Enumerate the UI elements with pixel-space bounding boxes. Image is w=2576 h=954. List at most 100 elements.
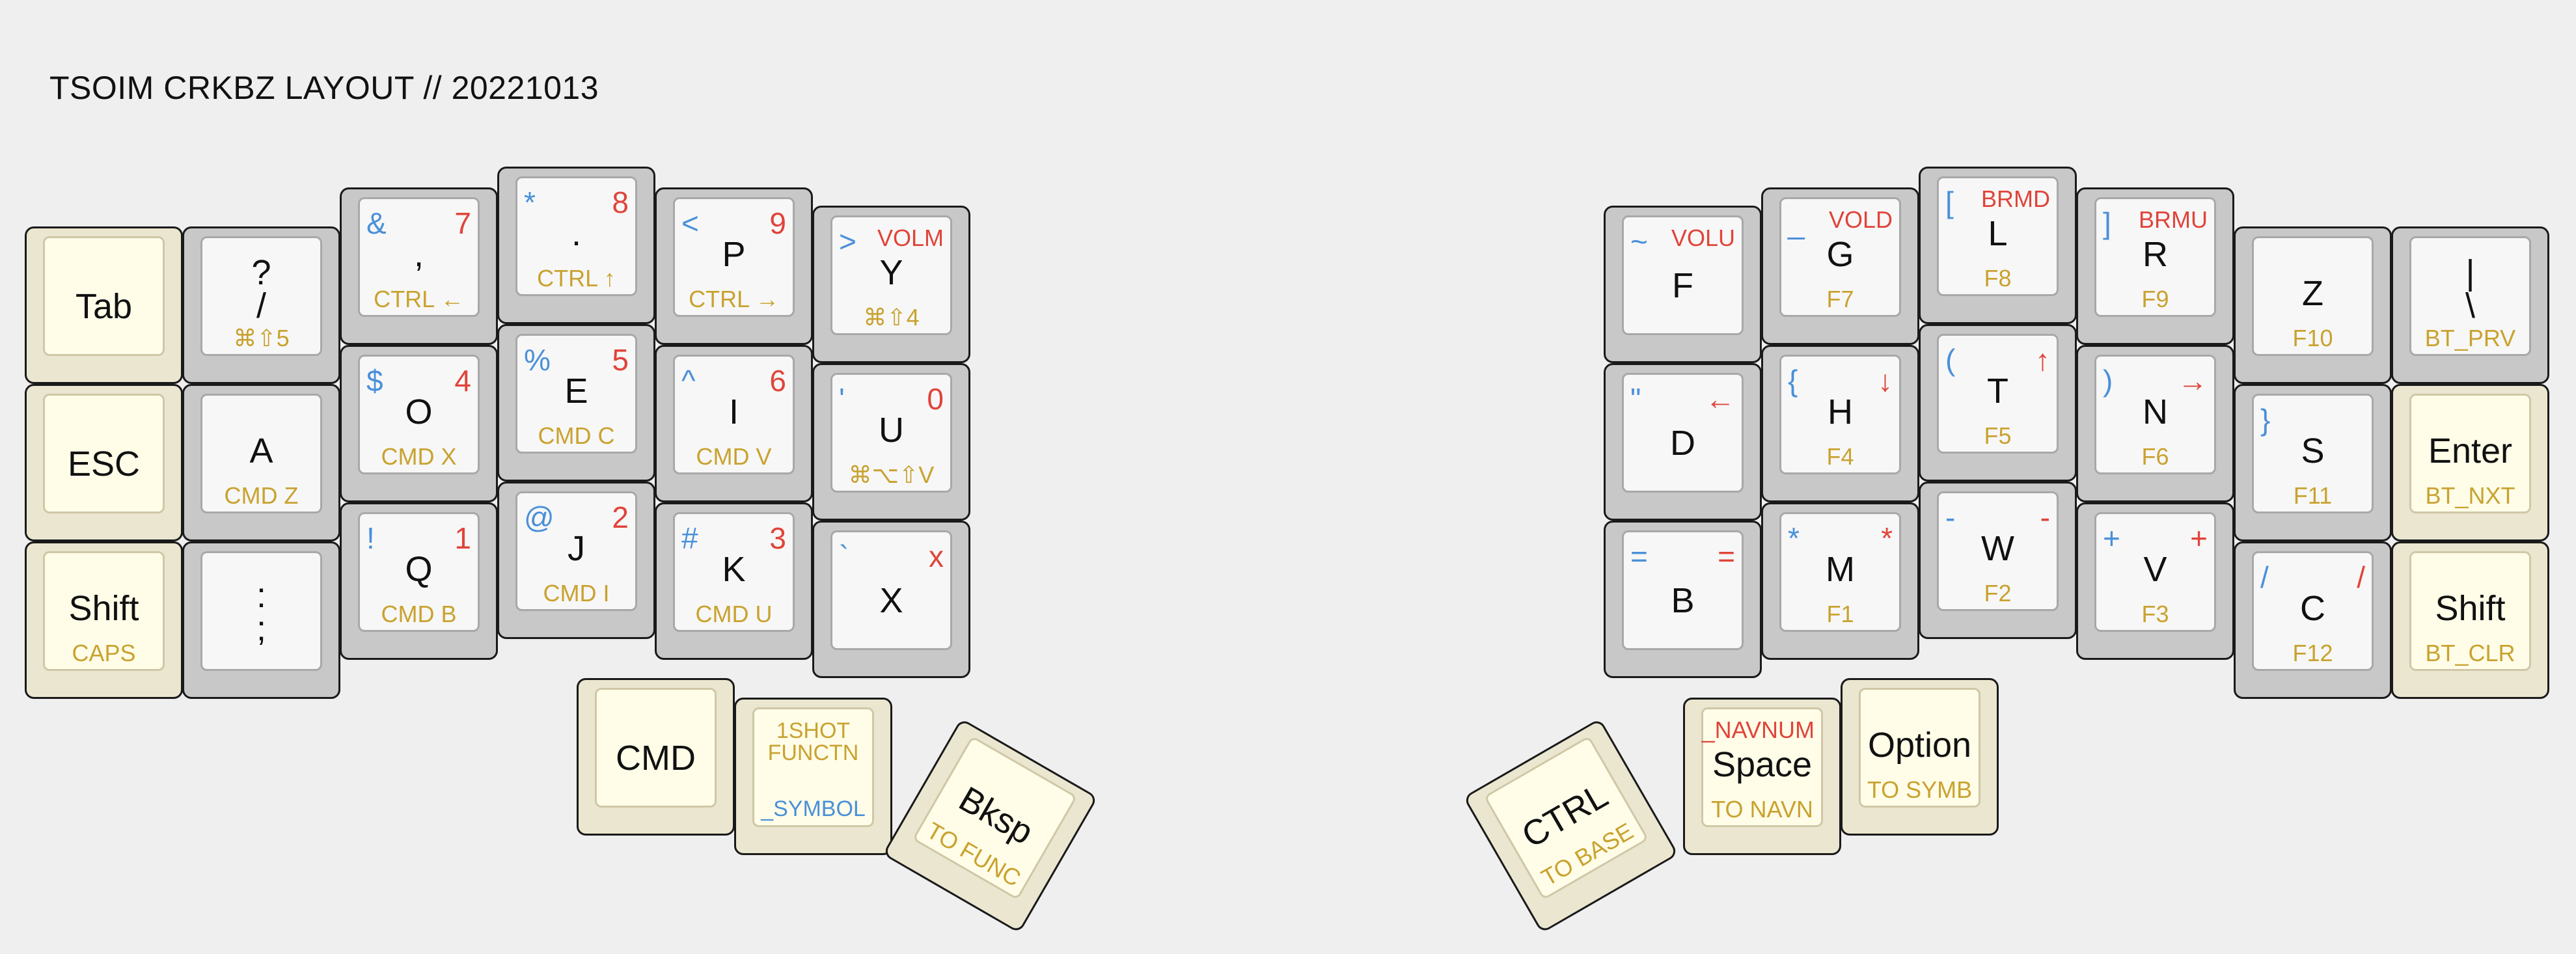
keycap: A CMD Z bbox=[200, 394, 322, 513]
key-main-label: B bbox=[1671, 581, 1695, 620]
keycap: CMD bbox=[595, 688, 717, 808]
keycap: Option TO SYMB bbox=[1859, 688, 1980, 808]
keycap: CTRL TO BASE bbox=[1483, 735, 1649, 901]
key-sub-label: F3 bbox=[2141, 601, 2169, 627]
key-right-shift: Shift BT_CLR bbox=[2391, 541, 2549, 699]
keycap: , CTRL ← & 7 bbox=[358, 197, 480, 317]
key-right-t: T F5 (↑ bbox=[1919, 324, 2077, 482]
key-tr-label: 8 bbox=[612, 185, 629, 219]
key-main-label: X bbox=[879, 581, 903, 620]
key-left-y: Y ⌘⇧4 > VOLM bbox=[812, 206, 970, 363]
key-bottom-label: _SYMBOL bbox=[761, 797, 866, 821]
key-tl-label: ` bbox=[839, 539, 849, 573]
key-sub-label: F5 bbox=[1984, 422, 2012, 449]
key-right-d: D " ← bbox=[1604, 363, 1762, 521]
keycap: U ⌘⌥⇧V ' 0 bbox=[830, 373, 952, 493]
keycap: K CMD U #3 bbox=[673, 512, 795, 632]
key-tl-label: ! bbox=[366, 521, 375, 555]
key-sub-label: F8 bbox=[1984, 265, 2012, 292]
key-main-label: Space bbox=[1712, 745, 1813, 784]
key-sub-label: F12 bbox=[2292, 640, 2333, 666]
key-tl-label: % bbox=[524, 343, 551, 377]
key-tr-label: ↑ bbox=[2035, 343, 2050, 377]
key-tl-label: [ bbox=[1945, 185, 1954, 219]
key-main-label: E bbox=[564, 372, 588, 411]
key-tr-label: - bbox=[2040, 500, 2050, 534]
keycap: Q CMD B! 1 bbox=[358, 512, 480, 632]
key-tr-label: 2 bbox=[612, 500, 629, 534]
key-left-p: P CTRL → <9 bbox=[655, 187, 813, 345]
key-tl-label: ( bbox=[1945, 343, 1956, 377]
keycap: I CMD V ^ 6 bbox=[673, 355, 795, 474]
key-right-m: M F1 * * bbox=[1761, 502, 1919, 660]
key-sub-label: F9 bbox=[2141, 286, 2169, 312]
key-tr-label: 6 bbox=[769, 364, 786, 398]
key-tr-label: _NAVNUM bbox=[1701, 716, 1815, 743]
key-tl-label: = bbox=[1630, 539, 1648, 573]
key-tl-label: ' bbox=[839, 382, 845, 416]
key-main-label: S bbox=[2301, 431, 2325, 470]
key-sub-label: BT_CLR bbox=[2425, 640, 2515, 666]
key-main-label: D bbox=[1670, 424, 1695, 463]
key-left-oneshot: 1SHOT FUNCTN _SYMBOL bbox=[734, 698, 892, 855]
key-main-label: V bbox=[2143, 550, 2167, 589]
key-tl-label: $ bbox=[366, 364, 383, 398]
key-right-s: S F11} bbox=[2234, 384, 2392, 541]
keycap: H F4 {↓ bbox=[1779, 355, 1901, 474]
key-left-a: A CMD Z bbox=[182, 384, 340, 541]
key-left-tab: Tab bbox=[25, 226, 183, 384]
key-tl-label: " bbox=[1630, 382, 1641, 416]
key-main-label: U bbox=[879, 411, 904, 450]
key-right-w: W F2 - - bbox=[1919, 482, 2077, 639]
key-main-label: W bbox=[1981, 529, 2014, 568]
key-sub-label: F4 bbox=[1826, 443, 1854, 470]
keycap: . CTRL ↑ * 8 bbox=[515, 176, 637, 296]
keycap: ? / ⌘⇧5 bbox=[200, 236, 322, 356]
key-main-label: Tab bbox=[75, 287, 133, 326]
key-left-esc: ESC bbox=[25, 384, 183, 541]
keycap: | \ BT_PRV bbox=[2409, 236, 2531, 356]
key-main-label: O bbox=[405, 392, 433, 431]
keycap: L F8 [BRMD bbox=[1937, 176, 2059, 296]
key-main-label: J bbox=[568, 529, 585, 568]
keycap: Z F10 bbox=[2252, 236, 2374, 356]
key-main-label: C bbox=[2300, 589, 2325, 628]
key-sub-label: F1 bbox=[1826, 601, 1854, 627]
key-right-option: Option TO SYMB bbox=[1841, 678, 1999, 836]
key-main-label: Shift bbox=[68, 589, 139, 628]
key-sub-label: CAPS bbox=[72, 640, 136, 666]
key-main-label: Enter bbox=[2428, 431, 2513, 470]
key-tr-label: BRMD bbox=[1981, 185, 2050, 212]
key-main-label: P bbox=[722, 235, 746, 274]
key-left-k: K CMD U #3 bbox=[655, 502, 813, 660]
key-tr-label: VOLU bbox=[1671, 225, 1735, 251]
key-sub-label: ⌘⇧4 bbox=[863, 304, 920, 331]
key-right-ctrl: CTRL TO BASE bbox=[1462, 718, 1679, 934]
key-tl-label: # bbox=[681, 521, 698, 555]
key-main-label: ? / bbox=[251, 253, 271, 326]
keycap: D " ← bbox=[1622, 373, 1744, 493]
keycap: O CMD X $4 bbox=[358, 355, 480, 474]
key-sub-label: F2 bbox=[1984, 580, 2012, 606]
key-main-label: R bbox=[2143, 235, 2168, 274]
key-left-bksp: Bksp TO FUNC bbox=[882, 718, 1099, 934]
key-tr-label: 0 bbox=[927, 382, 944, 416]
key-tl-label: + bbox=[2103, 521, 2120, 555]
key-tl-label: ] bbox=[2103, 206, 2111, 240]
key-main-label: K bbox=[722, 550, 746, 589]
keycap: Tab bbox=[43, 236, 165, 356]
key-sub-label: TO NAVN bbox=[1711, 796, 1813, 823]
key-tl-label: ) bbox=[2103, 364, 2113, 398]
keycap: B = = bbox=[1622, 530, 1744, 650]
key-left-period: . CTRL ↑ * 8 bbox=[497, 167, 655, 324]
key-main-label: F bbox=[1672, 266, 1693, 305]
key-sub-label: F6 bbox=[2141, 443, 2169, 470]
key-tl-label: * bbox=[1788, 521, 1800, 555]
key-main-label: G bbox=[1826, 235, 1854, 274]
key-left-u: U ⌘⌥⇧V ' 0 bbox=[812, 363, 970, 521]
key-sub-label: CMD U bbox=[695, 601, 773, 627]
keycap: J CMD I @2 bbox=[515, 491, 637, 611]
key-left-cmd: CMD bbox=[577, 678, 735, 836]
key-top-label: 1SHOT FUNCTN bbox=[767, 718, 859, 765]
key-left-i: I CMD V ^ 6 bbox=[655, 345, 813, 502]
